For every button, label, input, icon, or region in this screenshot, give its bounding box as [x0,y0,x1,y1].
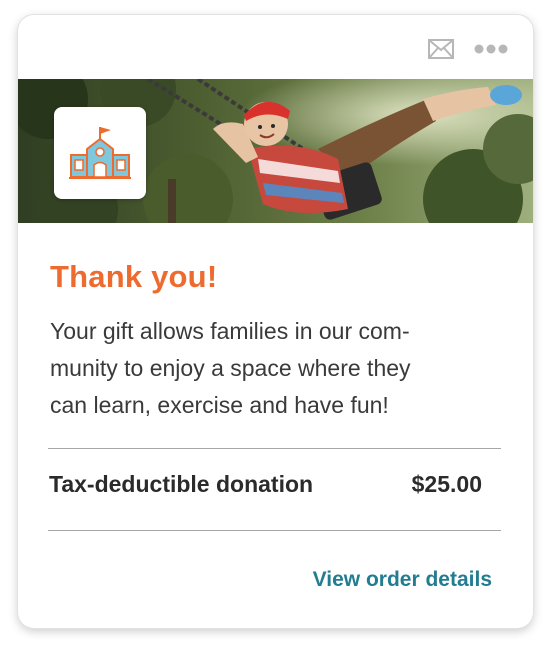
divider [48,448,501,449]
message-line: munity to enjoy a space where they [50,355,411,381]
thank-you-message: Your gift allows families in our com- mu… [50,313,490,424]
donation-amount: $25.00 [411,471,482,497]
school-building-icon [69,127,131,179]
thank-you-title: Thank you! [50,259,218,294]
card-header [18,15,533,79]
envelope-icon[interactable] [427,37,455,61]
more-dots-icon[interactable] [474,39,510,59]
donation-label: Tax-deductible donation [49,471,314,497]
message-line: can learn, exercise and have fun! [50,392,389,418]
donation-card: Thank you! Your gift allows families in … [18,15,533,628]
message-line: Your gift allows families in our com- [50,318,410,344]
divider [48,530,501,531]
organization-logo [54,107,146,199]
view-order-details-link[interactable]: View order details [313,568,492,592]
